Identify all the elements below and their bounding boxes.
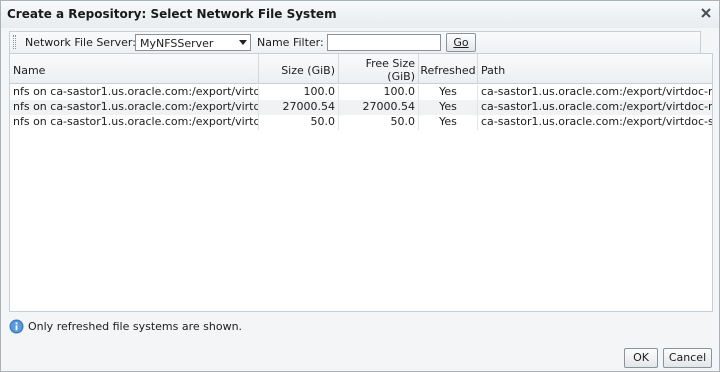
cell-free-size: 100.0 bbox=[339, 85, 419, 100]
column-header-size[interactable]: Size (GiB) bbox=[259, 54, 339, 84]
table-row[interactable]: nfs on ca-sastor1.us.oracle.com:/export/… bbox=[10, 85, 712, 100]
dialog-title: Create a Repository: Select Network File… bbox=[7, 7, 337, 21]
file-systems-table: Name Size (GiB) Free Size (GiB) Refreshe… bbox=[9, 53, 713, 312]
close-icon[interactable] bbox=[700, 7, 712, 19]
cell-size: 50.0 bbox=[259, 115, 339, 130]
cell-refreshed: Yes bbox=[419, 100, 478, 115]
network-file-server-select[interactable]: MyNFSServer bbox=[135, 34, 251, 51]
cell-name: nfs on ca-sastor1.us.oracle.com:/export/… bbox=[10, 100, 259, 115]
column-header-path[interactable]: Path bbox=[478, 54, 712, 84]
ok-button[interactable]: OK bbox=[624, 348, 658, 368]
cell-size: 100.0 bbox=[259, 85, 339, 100]
name-filter-input[interactable] bbox=[327, 34, 441, 51]
cell-free-size: 50.0 bbox=[339, 115, 419, 130]
cell-name: nfs on ca-sastor1.us.oracle.com:/export/… bbox=[10, 115, 259, 130]
table-row[interactable]: nfs on ca-sastor1.us.oracle.com:/export/… bbox=[10, 115, 712, 130]
info-icon bbox=[9, 319, 24, 334]
column-header-free-size[interactable]: Free Size (GiB) bbox=[339, 54, 419, 84]
column-header-refreshed[interactable]: Refreshed bbox=[419, 54, 478, 84]
table-header: Name Size (GiB) Free Size (GiB) Refreshe… bbox=[10, 54, 712, 84]
cell-name: nfs on ca-sastor1.us.oracle.com:/export/… bbox=[10, 85, 259, 100]
network-file-server-label: Network File Server: bbox=[25, 36, 136, 49]
toolbar-grip-icon bbox=[13, 35, 16, 49]
dialog-titlebar[interactable]: Create a Repository: Select Network File… bbox=[1, 1, 719, 28]
chevron-down-icon bbox=[239, 40, 247, 45]
cell-path: ca-sastor1.us.oracle.com:/export/virtdoc… bbox=[481, 100, 712, 113]
name-filter-label: Name Filter: bbox=[257, 36, 324, 49]
info-text: Only refreshed file systems are shown. bbox=[28, 320, 243, 333]
cell-path: ca-sastor1.us.oracle.com:/export/virtdoc… bbox=[481, 115, 712, 128]
cell-size: 27000.54 bbox=[259, 100, 339, 115]
cell-refreshed: Yes bbox=[419, 85, 478, 100]
cell-free-size: 27000.54 bbox=[339, 100, 419, 115]
column-header-name[interactable]: Name bbox=[10, 54, 259, 84]
cancel-button[interactable]: Cancel bbox=[663, 348, 712, 368]
filter-toolbar: Network File Server: MyNFSServer Name Fi… bbox=[9, 31, 701, 53]
table-row[interactable]: nfs on ca-sastor1.us.oracle.com:/export/… bbox=[10, 100, 712, 115]
cell-path: ca-sastor1.us.oracle.com:/export/virtdoc… bbox=[481, 85, 712, 98]
select-nfs-dialog: Create a Repository: Select Network File… bbox=[0, 0, 720, 372]
go-button[interactable]: Go bbox=[446, 33, 476, 52]
network-file-server-value: MyNFSServer bbox=[140, 37, 214, 50]
cell-refreshed: Yes bbox=[419, 115, 478, 130]
